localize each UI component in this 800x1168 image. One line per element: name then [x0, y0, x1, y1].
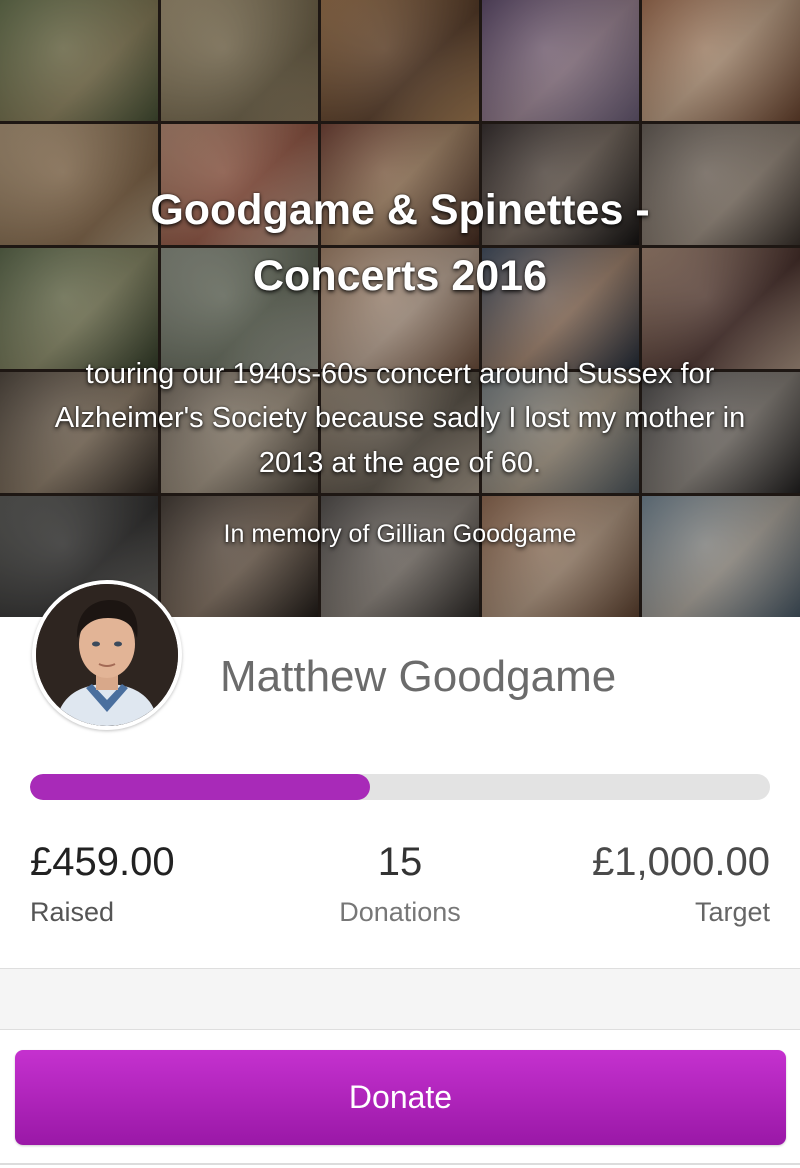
raised-label: Raised [30, 897, 115, 927]
memorial-dedication: In memory of Gillian Goodgame [223, 520, 577, 548]
fundraising-page: Goodgame & Spinettes - Concerts 2016 tou… [0, 0, 800, 1168]
progress-bar-fill [30, 774, 370, 800]
bottom-divider [0, 1163, 800, 1165]
donations-label: Donations [339, 897, 461, 927]
page-title: Goodgame & Spinettes - Concerts 2016 [150, 186, 650, 300]
stat-raised: £459.00 Raised [30, 840, 290, 928]
avatar[interactable] [32, 580, 182, 730]
target-label: Target [694, 897, 770, 927]
donate-button[interactable]: Donate [15, 1050, 786, 1145]
donations-count: 15 [377, 840, 423, 884]
stat-target: £1,000.00 Target [510, 840, 770, 928]
target-amount: £1,000.00 [592, 840, 770, 884]
raised-amount: £459.00 [30, 840, 175, 884]
progress-bar [30, 774, 770, 800]
owner-name[interactable]: Matthew Goodgame [220, 652, 616, 702]
stat-donations: 15 Donations [270, 840, 530, 928]
section-divider [0, 968, 800, 1030]
hero-banner: Goodgame & Spinettes - Concerts 2016 tou… [0, 0, 800, 617]
page-description: touring our 1940s-60s concert around Sus… [54, 358, 746, 479]
profile-photo-icon [36, 584, 178, 726]
